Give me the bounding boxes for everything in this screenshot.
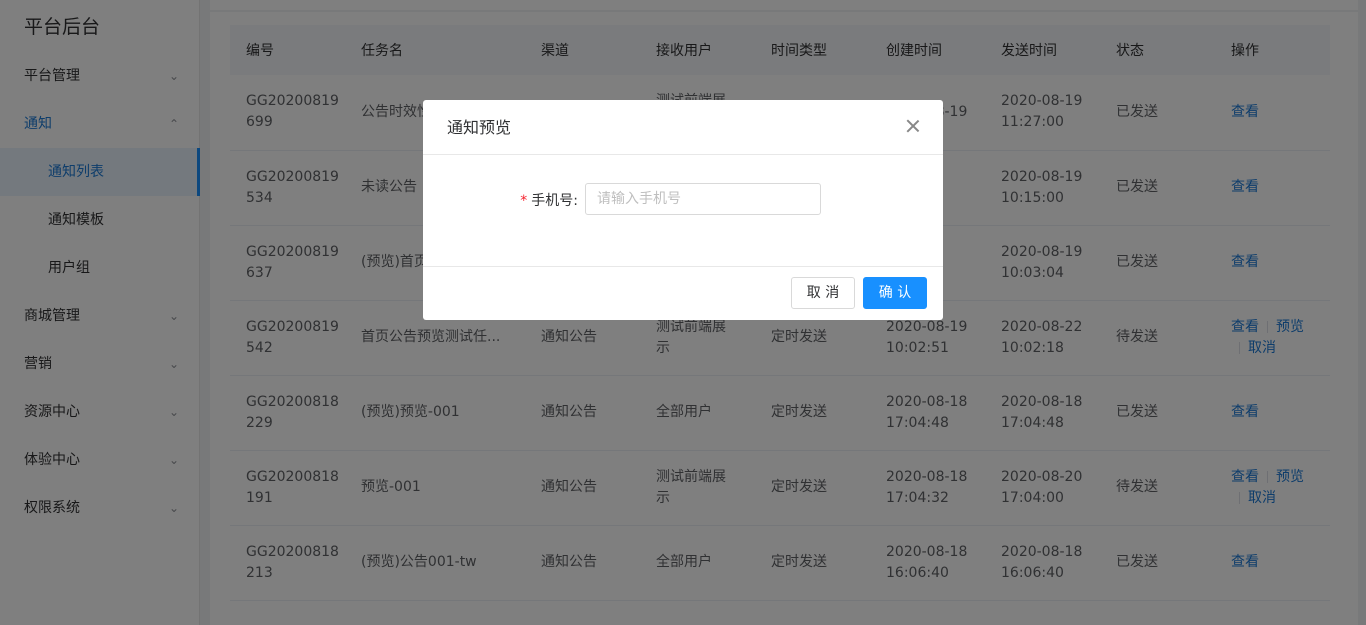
cancel-button[interactable]: 取 消 — [791, 277, 855, 309]
phone-input[interactable] — [585, 183, 821, 215]
dialog-header: 通知预览 — [423, 100, 943, 155]
confirm-button[interactable]: 确 认 — [863, 277, 927, 309]
notice-preview-dialog: 通知预览 *手机号: 取 消 确 认 — [423, 100, 943, 320]
required-mark: * — [520, 193, 528, 209]
close-icon[interactable] — [903, 116, 923, 136]
dialog-title: 通知预览 — [447, 118, 512, 137]
phone-label-text: 手机号: — [531, 193, 578, 209]
dialog-footer: 取 消 确 认 — [423, 267, 943, 320]
dialog-body: * 手机号: — [423, 155, 943, 267]
phone-label: * 手机号: — [520, 190, 578, 210]
